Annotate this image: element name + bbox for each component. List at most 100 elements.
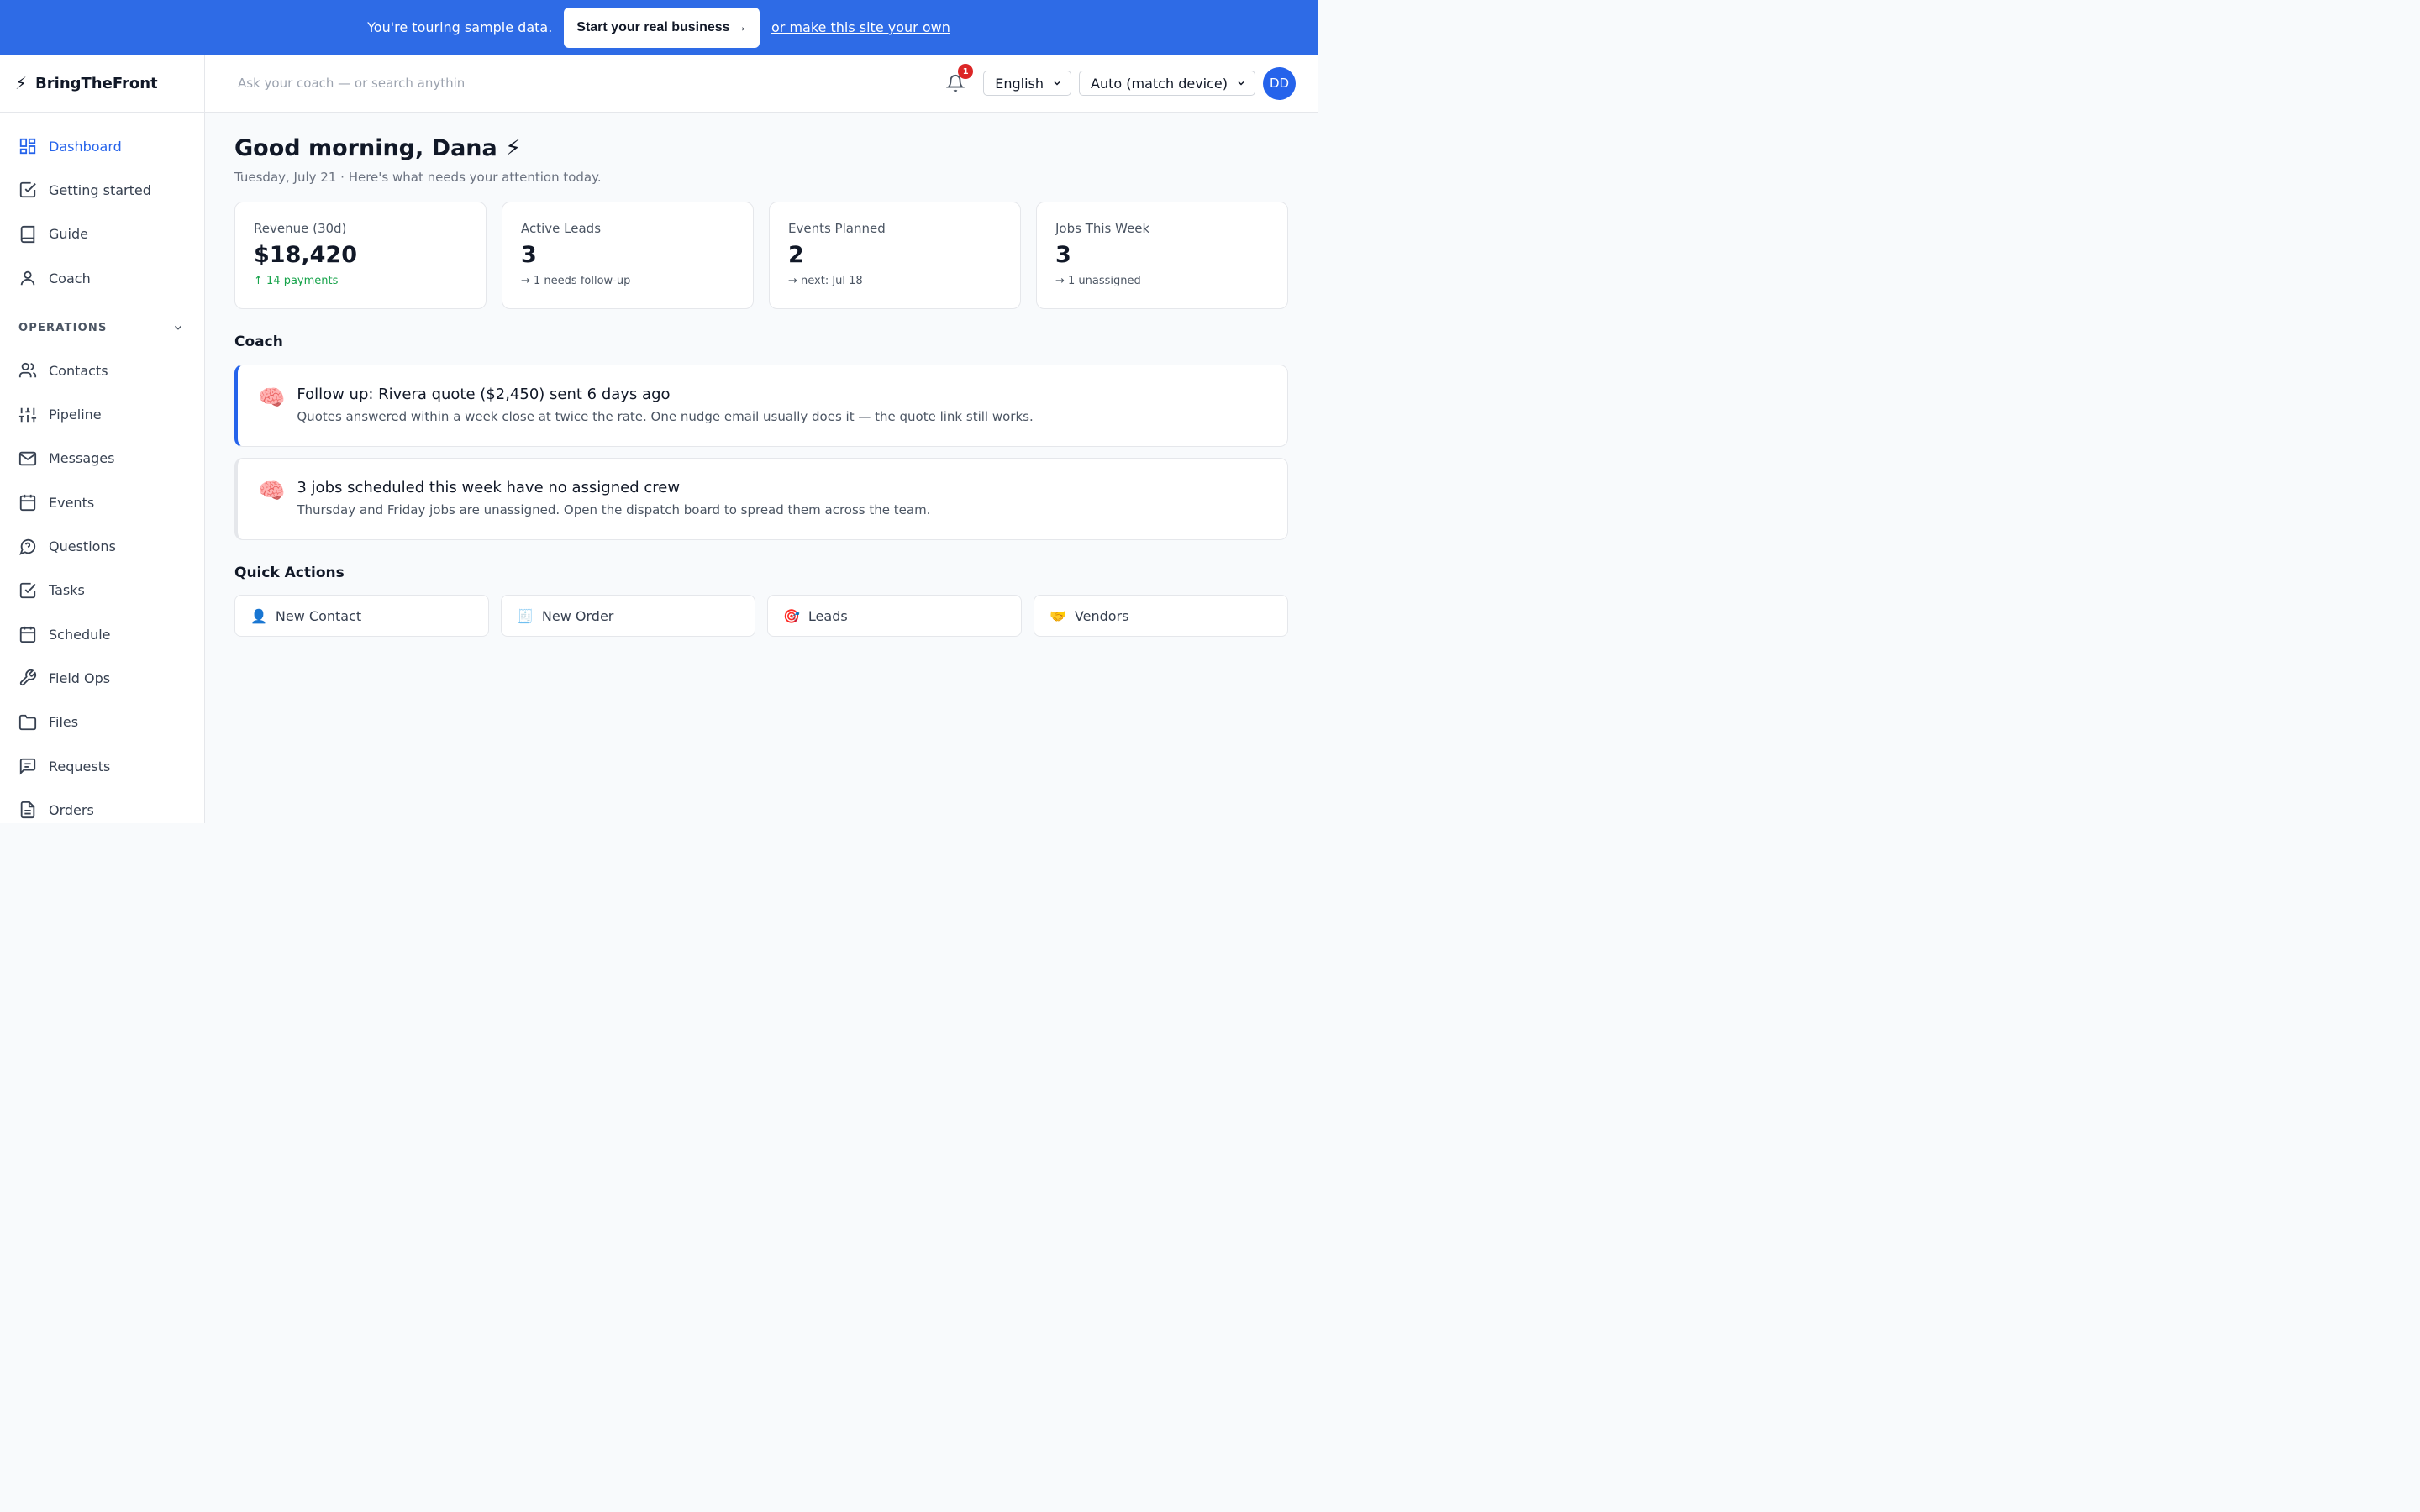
coach-card[interactable]: 🧠 3 jobs scheduled this week have no ass… [234, 458, 1288, 540]
coach-card-heading: 3 jobs scheduled this week have no assig… [297, 479, 681, 496]
chevron-down-icon [1054, 81, 1060, 86]
vendors-button[interactable]: 🤝 Vendors [1034, 595, 1288, 637]
calendar-icon [19, 626, 36, 643]
language-select[interactable]: English [983, 71, 1072, 96]
sidebar-item-label: Questions [49, 538, 116, 555]
user-icon [20, 270, 35, 286]
sidebar-item-events[interactable]: Events [0, 480, 204, 524]
quick-action-label: New Order [541, 607, 614, 624]
sidebar-item-getting-started[interactable]: Getting started [0, 168, 204, 212]
sidebar-item-schedule[interactable]: Schedule [0, 612, 204, 656]
bolt-icon: ⚡ [15, 73, 28, 93]
help-icon [19, 538, 36, 555]
stat-card-active-leads[interactable]: Active Leads 3 → 1 needs follow-up [502, 202, 754, 309]
start-business-button[interactable]: Start your real business → [564, 7, 760, 48]
stat-trend: → 1 needs follow-up [521, 275, 631, 287]
brain-icon: 🧠 [258, 386, 286, 411]
sidebar-item-label: Tasks [49, 582, 85, 599]
sidebar-item-label: Getting started [49, 181, 151, 198]
sidebar-item-coach[interactable]: Coach [0, 256, 204, 300]
sidebar-item-label: Schedule [49, 626, 111, 643]
operations-section-toggle[interactable]: OPERATIONS [0, 300, 204, 349]
sidebar-item-dashboard[interactable]: Dashboard [0, 124, 204, 168]
sidebar-item-label: Guide [49, 226, 88, 243]
theme-select[interactable]: Auto (match device) [1079, 71, 1255, 96]
coach-card-heading: Follow up: Rivera quote ($2,450) sent 6 … [297, 386, 671, 403]
coach-section-title: Coach [234, 333, 283, 350]
new-contact-button[interactable]: 👤 New Contact [234, 595, 489, 637]
sidebar-item-files[interactable]: Files [0, 701, 204, 744]
folder-icon [18, 714, 37, 730]
sidebar-item-label: Field Ops [49, 669, 111, 686]
sidebar-item-label: Contacts [49, 362, 108, 379]
sidebar: ⚡ BringTheFront Dashboard Getting starte… [0, 55, 205, 823]
avatar[interactable]: DD [1263, 66, 1296, 100]
sample-data-banner: You're touring sample data. Start your r… [0, 0, 1318, 55]
sidebar-item-field-ops[interactable]: Field Ops [0, 656, 204, 700]
sidebar-item-label: Files [49, 714, 79, 731]
stat-trend: ↑ 14 payments [254, 275, 339, 287]
new-order-button[interactable]: 🧾 New Order [501, 595, 755, 637]
coach-card[interactable]: 🧠 Follow up: Rivera quote ($2,450) sent … [234, 365, 1288, 447]
sidebar-item-guide[interactable]: Guide [0, 213, 204, 256]
sidebar-item-label: Messages [49, 450, 115, 467]
quick-actions-title: Quick Actions [234, 564, 345, 581]
stats-row: Revenue (30d) $18,420 ↑ 14 payments Acti… [234, 202, 1288, 309]
make-site-own-link[interactable]: or make this site your own [771, 19, 950, 35]
stat-card-revenue[interactable]: Revenue (30d) $18,420 ↑ 14 payments [234, 202, 487, 309]
stat-card-events-planned[interactable]: Events Planned 2 → next: Jul 18 [769, 202, 1021, 309]
book-icon [20, 225, 35, 243]
notifications-button[interactable]: 1 [944, 64, 974, 95]
stat-value: $18,420 [254, 242, 357, 268]
sidebar-item-label: Events [49, 494, 95, 511]
sidebar-item-label: Requests [49, 758, 111, 774]
banner-text: You're touring sample data. [367, 19, 553, 35]
receipt-icon: 🧾 [517, 607, 534, 624]
sidebar-item-label: Pipeline [49, 407, 102, 423]
dashboard-icon [19, 138, 36, 155]
stat-value: 2 [788, 242, 804, 268]
sidebar-item-label: Dashboard [49, 138, 122, 155]
quick-action-label: New Contact [275, 607, 362, 624]
leads-button[interactable]: 🎯 Leads [767, 595, 1022, 637]
sidebar-item-contacts[interactable]: Contacts [0, 349, 204, 392]
sidebar-item-messages[interactable]: Messages [0, 437, 204, 480]
stat-label: Jobs This Week [1055, 221, 1150, 236]
notification-badge: 1 [958, 64, 974, 79]
mail-icon [18, 451, 37, 466]
sidebar-item-pipeline[interactable]: Pipeline [0, 392, 204, 436]
top-bar: 1 English Auto (match device) DD [205, 55, 1318, 113]
section-label: OPERATIONS [18, 321, 108, 334]
brand-logo[interactable]: ⚡ BringTheFront [0, 55, 204, 113]
sidebar-item-questions[interactable]: Questions [0, 524, 204, 568]
sidebar-nav: Dashboard Getting started Guide Coach OP… [0, 113, 204, 832]
stat-label: Active Leads [521, 221, 602, 236]
stat-label: Revenue (30d) [254, 221, 347, 236]
sliders-icon [18, 407, 37, 422]
coach-card-body: Thursday and Friday jobs are unassigned.… [297, 502, 931, 517]
quick-action-label: Vendors [1074, 607, 1129, 624]
stat-value: 3 [521, 242, 537, 268]
checkbox-icon [19, 582, 36, 598]
calendar-icon [19, 495, 36, 512]
page-title: Good morning, Dana ⚡ [234, 135, 522, 161]
stat-label: Events Planned [788, 221, 886, 236]
theme-value: Auto (match device) [1091, 75, 1228, 92]
sidebar-item-orders[interactable]: Orders [0, 788, 204, 832]
sidebar-item-label: Coach [49, 270, 91, 286]
brand-name: BringTheFront [35, 74, 158, 92]
sidebar-item-requests[interactable]: Requests [0, 744, 204, 788]
sidebar-item-tasks[interactable]: Tasks [0, 569, 204, 612]
page-subtitle: Tuesday, July 21 · Here's what needs you… [234, 170, 602, 185]
handshake-icon: 🤝 [1050, 607, 1066, 624]
stat-trend: → next: Jul 18 [788, 275, 863, 287]
stat-value: 3 [1055, 242, 1071, 268]
stat-trend: → 1 unassigned [1055, 275, 1141, 287]
language-value: English [995, 75, 1044, 92]
wrench-icon [19, 669, 37, 686]
search-input[interactable] [238, 76, 473, 91]
stat-card-jobs-this-week[interactable]: Jobs This Week 3 → 1 unassigned [1036, 202, 1288, 309]
users-icon [18, 363, 37, 378]
file-icon [20, 801, 35, 819]
person-icon: 👤 [250, 607, 267, 624]
